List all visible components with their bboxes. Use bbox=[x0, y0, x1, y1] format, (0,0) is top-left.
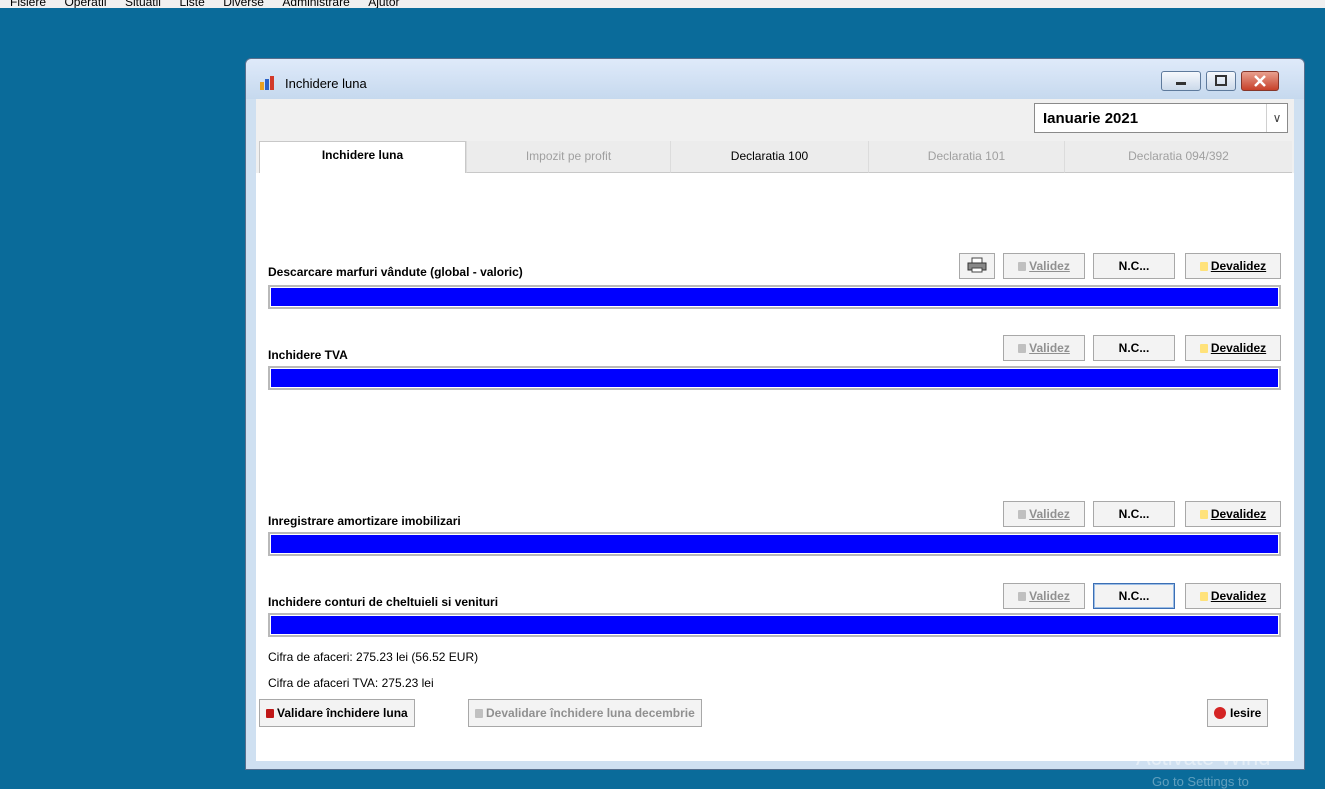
menu-liste[interactable]: Liste bbox=[179, 0, 204, 8]
period-select[interactable]: Ianuarie 2021 ∨ bbox=[1034, 103, 1288, 133]
lock-icon bbox=[266, 709, 274, 718]
menu-situatii[interactable]: Situatii bbox=[125, 0, 161, 8]
menu-operatii[interactable]: Operatii bbox=[64, 0, 106, 8]
lock-icon bbox=[1018, 510, 1027, 519]
lock-icon bbox=[1018, 262, 1027, 271]
nc-button-descarcare[interactable]: N.C... bbox=[1093, 253, 1175, 279]
power-icon bbox=[1214, 707, 1226, 719]
tab-declaratia-094-392[interactable]: Declaratia 094/392 bbox=[1064, 141, 1292, 173]
inchidere-luna-window: Inchidere luna Ianuarie 2021 ∨ Inchidere… bbox=[245, 58, 1305, 770]
tab-strip: Inchidere luna Impozit pe profit Declara… bbox=[256, 141, 1294, 173]
nc-button-tva[interactable]: N.C... bbox=[1093, 335, 1175, 361]
progress-bar-amortizare bbox=[268, 532, 1281, 556]
window-titlebar[interactable]: Inchidere luna bbox=[246, 59, 1304, 99]
devalidate-button-amortizare[interactable]: Devalidez bbox=[1185, 501, 1281, 527]
unlock-icon bbox=[1199, 344, 1208, 353]
app-icon bbox=[260, 76, 274, 90]
menu-ajutor[interactable]: Ajutor bbox=[368, 0, 399, 8]
close-button[interactable] bbox=[1241, 71, 1279, 91]
devalidate-label: Devalidez bbox=[1210, 259, 1267, 273]
validate-button-tva[interactable]: Validez bbox=[1003, 335, 1085, 361]
tab-declaratia-101[interactable]: Declaratia 101 bbox=[868, 141, 1064, 173]
unlock-icon bbox=[1199, 510, 1208, 519]
lock-icon bbox=[475, 709, 483, 718]
menu-diverse[interactable]: Diverse bbox=[223, 0, 264, 8]
section-title-inchidere-tva: Inchidere TVA bbox=[268, 348, 348, 362]
validate-button-descarcare[interactable]: Validez bbox=[1003, 253, 1085, 279]
devalidate-label: Devalidez bbox=[1210, 507, 1267, 521]
devalidate-label: Devalidez bbox=[1210, 341, 1267, 355]
section-title-descarcare-marfuri: Descarcare marfuri vândute (global - val… bbox=[268, 265, 523, 279]
activate-windows-subtext: Go to Settings to bbox=[1152, 774, 1249, 789]
print-button[interactable] bbox=[959, 253, 995, 279]
exit-button[interactable]: Iesire bbox=[1207, 699, 1269, 727]
validate-label: Validez bbox=[1029, 589, 1070, 603]
progress-bar-cheltuieli bbox=[268, 613, 1281, 637]
close-icon bbox=[1254, 75, 1266, 87]
nc-button-cheltuieli[interactable]: N.C... bbox=[1093, 583, 1175, 609]
validate-button-amortizare[interactable]: Validez bbox=[1003, 501, 1085, 527]
unlock-icon bbox=[1199, 592, 1208, 601]
lock-icon bbox=[1018, 344, 1027, 353]
cifra-afaceri-tva-text: Cifra de afaceri TVA: 275.23 lei bbox=[268, 676, 434, 690]
devalidate-button-cheltuieli[interactable]: Devalidez bbox=[1185, 583, 1281, 609]
validate-label: Validez bbox=[1029, 341, 1070, 355]
validate-label: Validez bbox=[1029, 259, 1070, 273]
validate-button-cheltuieli[interactable]: Validez bbox=[1003, 583, 1085, 609]
maximize-button[interactable] bbox=[1206, 71, 1236, 91]
menu-fisiere[interactable]: Fisiere bbox=[10, 0, 46, 8]
progress-bar-descarcare bbox=[268, 285, 1281, 309]
exit-label: Iesire bbox=[1230, 706, 1262, 720]
chevron-down-icon[interactable]: ∨ bbox=[1266, 104, 1287, 132]
window-client: Ianuarie 2021 ∨ Inchidere luna Impozit p… bbox=[256, 99, 1294, 761]
devalidate-button-tva[interactable]: Devalidez bbox=[1185, 335, 1281, 361]
devalidate-month-close-button[interactable]: Devalidare închidere luna decembrie bbox=[468, 699, 702, 727]
minimize-icon bbox=[1176, 82, 1186, 85]
lock-icon bbox=[1018, 592, 1027, 601]
tab-impozit-pe-profit[interactable]: Impozit pe profit bbox=[466, 141, 670, 173]
tab-inchidere-luna[interactable]: Inchidere luna bbox=[259, 141, 466, 173]
tab-declaratia-100[interactable]: Declaratia 100 bbox=[670, 141, 868, 173]
devalidate-month-label: Devalidare închidere luna decembrie bbox=[486, 706, 695, 720]
nc-button-amortizare[interactable]: N.C... bbox=[1093, 501, 1175, 527]
inchidere-luna-panel: Descarcare marfuri vândute (global - val… bbox=[256, 173, 1294, 761]
maximize-icon bbox=[1215, 75, 1227, 86]
progress-bar-tva bbox=[268, 366, 1281, 390]
period-value: Ianuarie 2021 bbox=[1043, 110, 1139, 127]
minimize-button[interactable] bbox=[1161, 71, 1201, 91]
printer-icon bbox=[967, 257, 987, 273]
window-title: Inchidere luna bbox=[285, 76, 367, 91]
unlock-icon bbox=[1199, 262, 1208, 271]
section-title-cheltuieli-venituri: Inchidere conturi de cheltuieli si venit… bbox=[268, 595, 499, 609]
devalidate-label: Devalidez bbox=[1210, 589, 1267, 603]
cifra-afaceri-text: Cifra de afaceri: 275.23 lei (56.52 EUR) bbox=[268, 650, 479, 664]
validate-label: Validez bbox=[1029, 507, 1070, 521]
validate-month-label: Validare închidere luna bbox=[277, 706, 408, 720]
app-menubar: Fisiere Operatii Situatii Liste Diverse … bbox=[0, 0, 1325, 8]
activate-windows-watermark: Activate Wind bbox=[1136, 745, 1271, 770]
menu-administrare[interactable]: Administrare bbox=[282, 0, 349, 8]
section-title-amortizare: Inregistrare amortizare imobilizari bbox=[268, 514, 461, 528]
devalidate-button-descarcare[interactable]: Devalidez bbox=[1185, 253, 1281, 279]
validate-month-close-button[interactable]: Validare închidere luna bbox=[259, 699, 415, 727]
